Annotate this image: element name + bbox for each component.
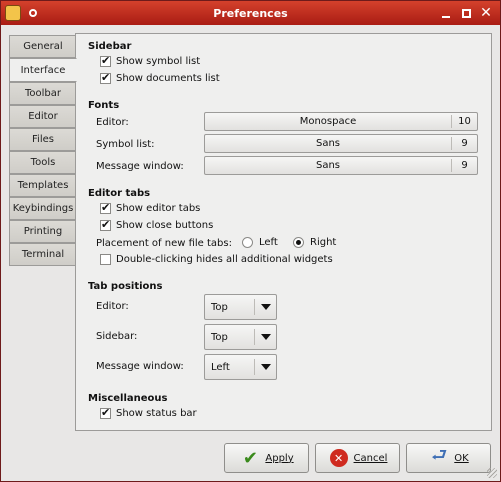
editor-font-size: 10 [451, 115, 477, 128]
show-documents-list-checkbox[interactable]: Show documents list [100, 71, 220, 84]
tab-list: General Interface Toolbar Editor Files T… [9, 35, 77, 266]
minimize-icon[interactable] [438, 5, 454, 21]
checkbox-icon[interactable] [100, 406, 111, 419]
miscellaneous-heading: Miscellaneous [88, 393, 168, 404]
checkbox-icon[interactable] [100, 218, 111, 231]
checkbox-icon[interactable] [100, 201, 111, 214]
double-click-hides-label: Double-clicking hides all additional wid… [116, 254, 333, 265]
tab-editor[interactable]: Editor [9, 105, 76, 128]
message-window-tab-position-select[interactable]: Left [204, 354, 277, 380]
sidebar-heading: Sidebar [88, 41, 132, 52]
placement-left-radio[interactable]: Left [242, 237, 278, 248]
tab-tools[interactable]: Tools [9, 151, 76, 174]
tab-general[interactable]: General [9, 35, 76, 58]
apply-button[interactable]: ✔ Apply [224, 443, 309, 473]
tab-interface[interactable]: Interface [9, 58, 77, 82]
font-symbol-list-label: Symbol list: [96, 139, 155, 150]
symbol-list-font-size: 9 [451, 137, 477, 150]
tab-templates[interactable]: Templates [9, 174, 76, 197]
tab-positions-heading: Tab positions [88, 281, 163, 292]
tab-toolbar[interactable]: Toolbar [9, 82, 76, 105]
tab-files[interactable]: Files [9, 128, 76, 151]
show-status-bar-label: Show status bar [116, 408, 197, 419]
sidebar-tab-position-select[interactable]: Top [204, 324, 277, 350]
font-message-window-label: Message window: [96, 161, 184, 172]
show-editor-tabs-checkbox[interactable]: Show editor tabs [100, 201, 201, 214]
show-symbol-list-label: Show symbol list [116, 56, 201, 67]
tabpos-message-window-label: Message window: [96, 361, 184, 372]
show-status-bar-checkbox[interactable]: Show status bar [100, 406, 197, 419]
chevron-down-icon [254, 359, 276, 375]
preferences-window: Preferences ✕ General Interface Toolbar … [0, 0, 501, 482]
fonts-heading: Fonts [88, 100, 120, 111]
message-window-font-size: 9 [451, 159, 477, 172]
radio-icon[interactable] [242, 237, 253, 248]
sidebar-tab-position-value: Top [211, 331, 228, 343]
message-window-tab-position-value: Left [211, 361, 230, 373]
cancel-icon: ✕ [328, 447, 350, 469]
enter-arrow-icon: ⮐ [431, 445, 448, 466]
tab-printing[interactable]: Printing [9, 220, 76, 243]
show-symbol-list-checkbox[interactable]: Show symbol list [100, 54, 201, 67]
cancel-button[interactable]: ✕ Cancel [315, 443, 400, 473]
show-close-buttons-checkbox[interactable]: Show close buttons [100, 218, 214, 231]
symbol-list-font-name: Sans [315, 138, 341, 149]
editor-font-button[interactable]: Monospace 10 [204, 112, 478, 131]
checkmark-icon: ✔ [242, 447, 258, 469]
placement-left-label: Left [259, 237, 278, 248]
apply-label: Apply [265, 452, 294, 464]
double-click-hides-checkbox[interactable]: Double-clicking hides all additional wid… [100, 254, 333, 265]
cancel-label: Cancel [353, 452, 388, 464]
editor-font-name: Monospace [299, 116, 357, 127]
placement-right-radio[interactable]: Right [293, 237, 336, 248]
checkbox-icon[interactable] [100, 71, 111, 84]
editor-tabs-heading: Editor tabs [88, 188, 151, 199]
placement-right-label: Right [310, 237, 337, 248]
tab-keybindings[interactable]: Keybindings [9, 197, 76, 220]
message-window-font-button[interactable]: Sans 9 [204, 156, 478, 175]
interface-panel: Sidebar Show symbol list Show documents … [75, 33, 492, 431]
close-icon[interactable]: ✕ [478, 5, 494, 21]
ok-button[interactable]: ⮐ OK [406, 443, 491, 473]
window-title: Preferences [213, 7, 288, 20]
resize-grip-icon[interactable] [487, 468, 497, 478]
show-editor-tabs-label: Show editor tabs [116, 203, 201, 214]
tabpos-editor-label: Editor: [96, 301, 129, 312]
chevron-down-icon [254, 329, 276, 345]
font-editor-label: Editor: [96, 117, 129, 128]
show-documents-list-label: Show documents list [116, 73, 220, 84]
checkbox-icon[interactable] [100, 254, 111, 265]
show-close-buttons-label: Show close buttons [116, 220, 214, 231]
ok-label: OK [454, 452, 469, 464]
placement-label: Placement of new file tabs: [96, 238, 232, 249]
editor-tab-position-select[interactable]: Top [204, 294, 277, 320]
checkbox-icon[interactable] [100, 54, 111, 67]
chevron-down-icon [254, 299, 276, 315]
maximize-icon[interactable] [458, 5, 474, 21]
title-bar[interactable]: Preferences ✕ [1, 1, 500, 25]
radio-icon[interactable] [293, 237, 304, 248]
tab-terminal[interactable]: Terminal [9, 243, 76, 266]
message-window-font-name: Sans [315, 160, 341, 171]
editor-tab-position-value: Top [211, 301, 228, 313]
tabpos-sidebar-label: Sidebar: [96, 331, 138, 342]
symbol-list-font-button[interactable]: Sans 9 [204, 134, 478, 153]
